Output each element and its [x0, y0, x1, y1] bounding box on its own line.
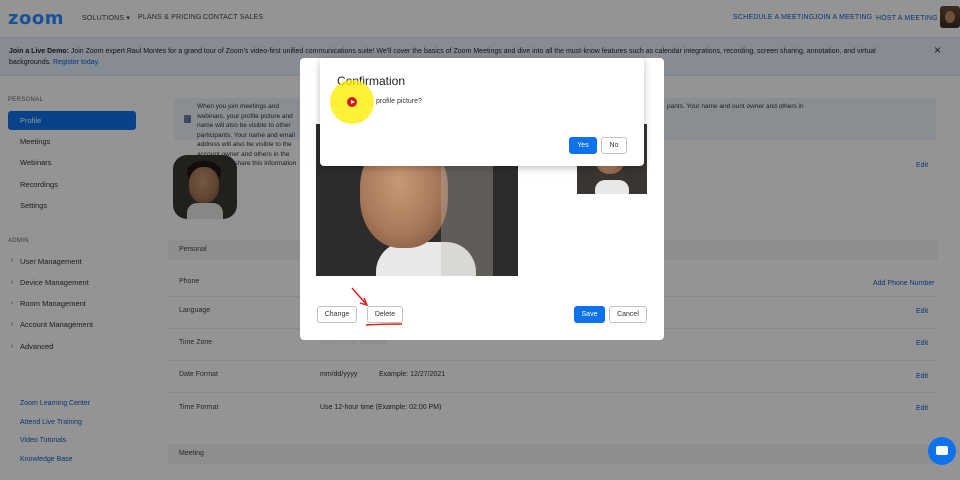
- chat-icon[interactable]: [928, 437, 956, 465]
- confirmation-message: profile picture?: [376, 98, 422, 105]
- cursor-icon: [347, 97, 357, 107]
- annotation-arrow-icon: [351, 287, 403, 326]
- no-button[interactable]: No: [601, 137, 627, 154]
- yes-button[interactable]: Yes: [569, 137, 597, 154]
- cancel-button[interactable]: Cancel: [609, 306, 647, 323]
- save-button[interactable]: Save: [574, 306, 605, 323]
